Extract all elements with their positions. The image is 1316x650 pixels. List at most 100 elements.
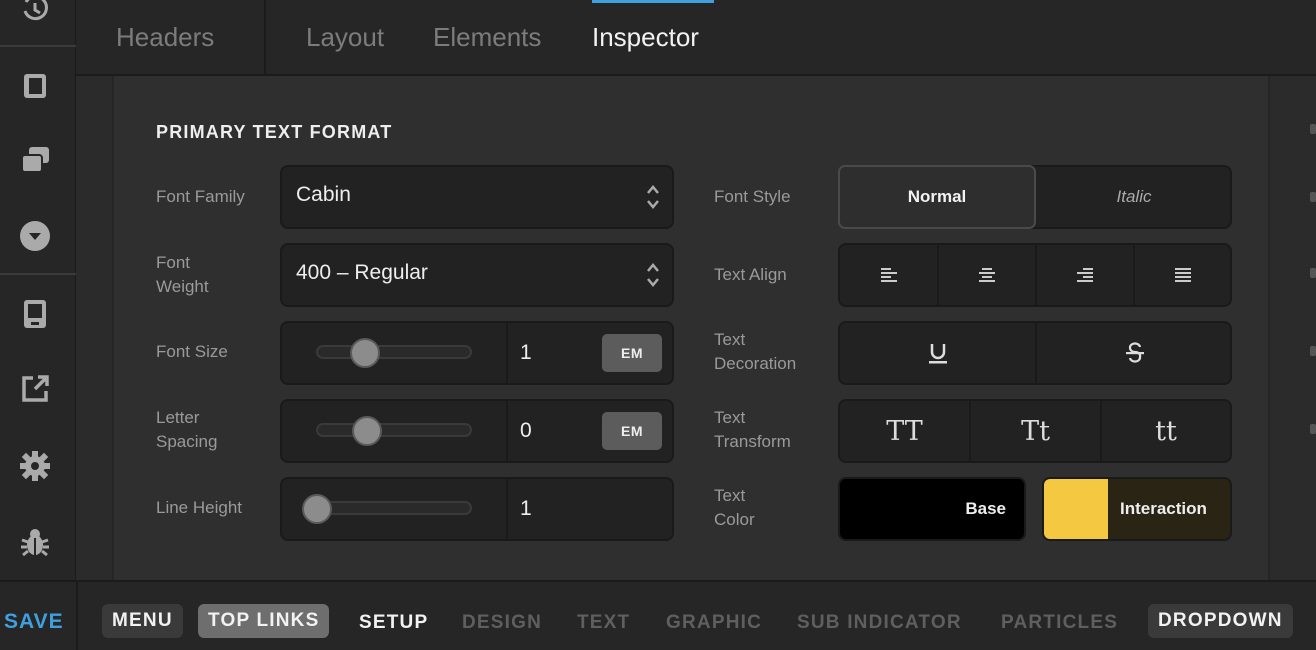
breadcrumb-text[interactable]: TEXT [577, 612, 630, 634]
interaction-color-swatch[interactable]: Interaction [1042, 477, 1232, 541]
strikethrough-icon [1125, 342, 1144, 363]
justify-icon [1174, 268, 1191, 282]
font-family-label: Font Family [156, 187, 245, 206]
letter-spacing-value[interactable]: 0 [520, 419, 532, 443]
font-style-normal-button[interactable]: Normal [838, 165, 1036, 229]
font-size-control: 1 EM [280, 321, 674, 385]
font-size-label: Font Size [156, 342, 228, 361]
edge-marker [1310, 268, 1316, 278]
breadcrumb-setup[interactable]: SETUP [359, 612, 428, 634]
font-size-slider-thumb[interactable] [350, 338, 381, 368]
edge-marker [1310, 424, 1316, 434]
underline-icon [928, 344, 947, 364]
text-transform-group: TT Tt tt [838, 399, 1232, 463]
layers-icon[interactable] [18, 143, 52, 177]
breadcrumb-menu[interactable]: MENU [102, 604, 183, 638]
letter-spacing-control: 0 EM [280, 399, 674, 463]
app-root: Headers Layout Elements Inspector PRIMAR… [0, 0, 1316, 650]
text-color-label: Text Color [714, 484, 755, 532]
font-size-slider-track[interactable] [316, 345, 472, 359]
control-divider [506, 323, 508, 383]
tab-headers[interactable]: Headers [116, 22, 214, 53]
breadcrumb-design[interactable]: DESIGN [462, 612, 542, 634]
align-left-button[interactable] [840, 245, 937, 305]
align-justify-button[interactable] [1135, 245, 1230, 305]
strikethrough-button[interactable] [1037, 323, 1232, 383]
mobile-device-icon[interactable] [18, 297, 52, 331]
font-family-value: Cabin [296, 183, 351, 206]
line-height-value[interactable]: 1 [520, 497, 532, 521]
interaction-color-label: Interaction [1120, 499, 1207, 518]
lowercase-button[interactable]: tt [1102, 401, 1230, 461]
dropdown-circle-icon[interactable] [18, 219, 52, 253]
breadcrumb-particles[interactable]: PARTICLES [1001, 612, 1118, 634]
font-weight-value: 400 – Regular [296, 261, 428, 284]
text-decoration-label-line2: Decoration [714, 354, 797, 373]
control-divider [506, 401, 508, 461]
tab-separator [264, 0, 266, 76]
top-tab-bar: Headers Layout Elements Inspector [76, 0, 1316, 76]
bug-icon[interactable] [18, 525, 52, 559]
line-height-slider-thumb[interactable] [302, 494, 332, 524]
text-color-label-line1: Text [714, 486, 746, 505]
text-align-group [838, 243, 1232, 307]
select-arrows-icon [647, 263, 659, 287]
letter-spacing-label: Letter Spacing [156, 406, 217, 454]
font-size-unit-button[interactable]: EM [602, 334, 662, 372]
text-color-label-line2: Color [714, 510, 755, 529]
font-size-value[interactable]: 1 [520, 341, 532, 365]
external-link-icon[interactable] [18, 372, 52, 406]
font-weight-label-line1: Font [156, 253, 191, 272]
breadcrumb-dropdown[interactable]: DROPDOWN [1148, 604, 1293, 638]
sidebar-panel-icon[interactable] [18, 68, 52, 102]
underline-button[interactable] [840, 323, 1035, 383]
edge-marker [1310, 346, 1316, 356]
tab-inspector[interactable]: Inspector [592, 22, 699, 53]
capitalize-button[interactable]: Tt [971, 401, 1100, 461]
letter-spacing-label-line2: Spacing [156, 432, 218, 451]
letter-spacing-slider-thumb[interactable] [351, 416, 382, 446]
left-rail [0, 0, 76, 580]
line-height-slider-track[interactable] [316, 501, 472, 515]
bottom-bar: SAVE MENU TOP LINKS SETUP DESIGN TEXT GR… [0, 580, 1316, 650]
line-height-label: Line Height [156, 498, 243, 517]
inspector-panel: PRIMARY TEXT FORMAT Font Family Cabin Fo… [112, 76, 1270, 580]
history-icon[interactable] [18, 0, 52, 26]
tab-elements[interactable]: Elements [433, 22, 541, 53]
letter-spacing-unit-button[interactable]: EM [602, 412, 662, 450]
font-style-italic-button[interactable]: Italic [1036, 167, 1232, 227]
font-weight-label: Font Weight [156, 251, 209, 299]
text-decoration-group [838, 321, 1232, 385]
font-style-label: Font Style [714, 187, 791, 206]
select-arrows-icon [647, 185, 659, 209]
align-center-button[interactable] [939, 245, 1035, 305]
right-align-icon [1077, 268, 1093, 282]
rail-separator [0, 273, 76, 275]
rail-separator [0, 45, 76, 47]
breadcrumb-sub-indicator[interactable]: SUB INDICATOR [797, 612, 962, 634]
breadcrumb-top-links[interactable]: TOP LINKS [198, 604, 330, 638]
letter-spacing-slider-track[interactable] [316, 423, 472, 437]
save-button[interactable]: SAVE [4, 610, 64, 634]
text-align-label: Text Align [714, 265, 787, 284]
breadcrumb-graphic[interactable]: GRAPHIC [666, 612, 762, 634]
interaction-color-chip [1044, 479, 1108, 539]
align-right-button[interactable] [1037, 245, 1133, 305]
text-transform-label: Text Transform [714, 406, 791, 454]
edge-marker [1310, 124, 1316, 134]
uppercase-button[interactable]: TT [840, 401, 969, 461]
letter-spacing-label-line1: Letter [156, 408, 200, 427]
control-divider [506, 479, 508, 539]
base-color-label: Base [965, 499, 1006, 518]
font-style-group: Normal Italic [838, 165, 1232, 229]
tab-layout[interactable]: Layout [306, 22, 384, 53]
base-color-swatch[interactable]: Base [838, 477, 1026, 541]
line-height-control: 1 [280, 477, 674, 541]
text-decoration-label-line1: Text [714, 330, 746, 349]
right-panel-edge [1272, 76, 1316, 580]
edge-marker [1310, 192, 1316, 202]
font-family-select[interactable]: Cabin [280, 165, 674, 229]
font-weight-select[interactable]: 400 – Regular [280, 243, 674, 307]
active-tab-indicator [592, 0, 714, 3]
gear-icon[interactable] [18, 449, 52, 483]
